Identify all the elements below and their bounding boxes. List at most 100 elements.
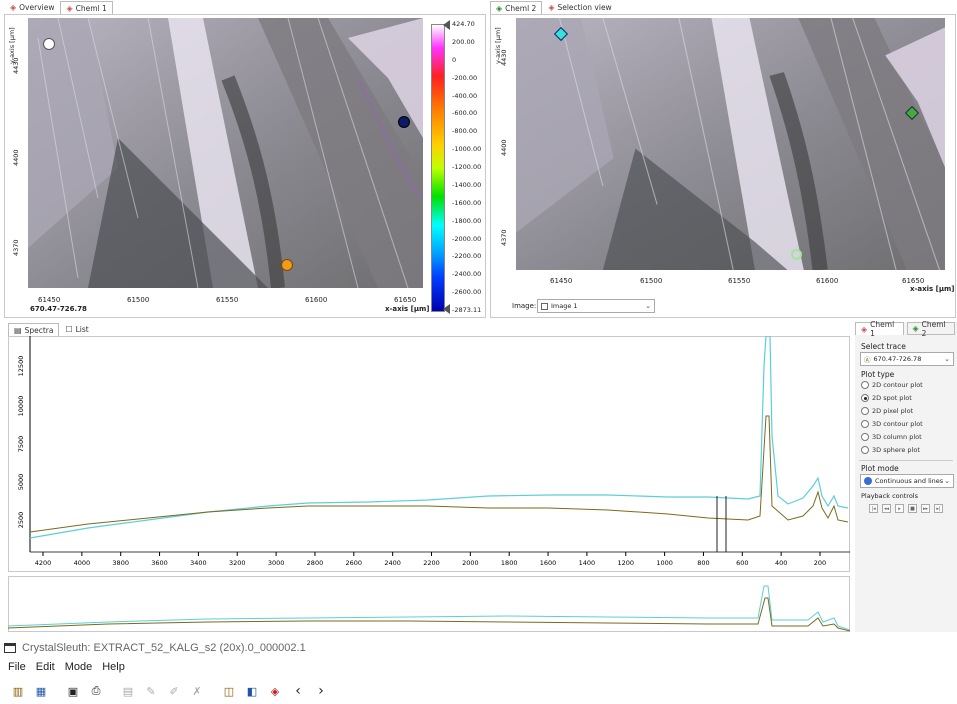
colorbar-label: -2400.00 [452,270,482,279]
radio-2d-spot[interactable]: 2D spot plot [861,394,912,402]
trace-cyan [29,336,849,539]
document-icon[interactable]: ▤ [118,681,138,701]
radio-3d-contour[interactable]: 3D contour plot [861,420,923,428]
tab-spectra[interactable]: ▤ Spectra [8,323,60,336]
radio-3d-sphere[interactable]: 3D sphere plot [861,446,920,454]
menu-file[interactable]: File [8,661,26,673]
x-tick-label: 1600 [540,559,557,567]
playback-last-button[interactable]: ▸| [934,504,943,513]
x-tick-label: 3000 [268,559,285,567]
y-tick-label: 2500 [17,512,25,529]
pin-icon[interactable]: ✐ [164,681,184,701]
tab-controls-cheml-2[interactable]: ◈ Cheml 2 [906,320,955,338]
spectrum-plot[interactable]: 4200 4000 3800 3600 3400 3200 3000 2800 2600 2400… [8,336,850,572]
toolbar-separator [109,681,115,701]
colorbar-max-slider-icon[interactable] [443,20,450,30]
colorbar-label: -600.00 [452,109,478,118]
toolbar-separator [54,681,60,701]
chevron-right-icon[interactable]: › [311,681,331,701]
playback-play-button[interactable]: ▸ [895,504,904,513]
radio-2d-contour[interactable]: 2D contour plot [861,381,923,389]
chem-map-icon: ◈ [912,324,919,333]
chem-map-icon: ◈ [66,3,73,13]
x-tick-label: 3400 [190,559,207,567]
left-y-tick: 4370 [12,239,20,256]
cursor-readout: 670.47-726.78 [30,305,87,313]
controls-tabstrip: ◈ Cheml 1 ◈ Cheml 2 [855,320,955,338]
spot-marker-white[interactable] [43,38,55,50]
plot-controls-panel: ◈ Cheml 1 ◈ Cheml 2 Select trace Ⓐ 670.47-… [855,320,957,632]
multi-chart-icon[interactable]: ▦ [31,681,51,701]
colorbar-label: -1800.00 [452,216,482,225]
right-x-tick: 61550 [728,277,751,285]
left-x-tick: 61450 [38,296,61,304]
spot-marker-navy[interactable] [398,116,410,128]
diamond-icon: ◈ [548,3,555,12]
x-tick-label: 400 [775,559,787,567]
menu-edit[interactable]: Edit [36,661,55,673]
right-y-tick: 4400 [500,139,508,156]
diamond-icon: ◈ [10,3,17,12]
radio-dot [861,407,869,415]
x-tick-label: 3800 [112,559,129,567]
playback-stop-button[interactable]: ■ [908,504,917,513]
right-tabstrip: ◈ Cheml 2 ◈ Selection view [490,0,618,14]
remove-icon[interactable]: ✗ [187,681,207,701]
overview-spectrum-plot[interactable] [8,576,850,632]
radio-dot [861,420,869,428]
playback-prev-button[interactable]: ◂◂ [882,504,891,513]
plot-mode-icon [864,477,872,485]
trace-select[interactable]: Ⓐ 670.47-726.78 ⌄ [860,352,954,366]
tab-list[interactable]: ☐ List [59,323,94,336]
x-tick-label: 2200 [423,559,440,567]
right-micrograph[interactable] [516,18,945,270]
tab-cheml-2[interactable]: ◈ Cheml 2 [490,1,543,14]
colorbar-label: -2873.11 [452,306,482,314]
save-icon[interactable]: ▣ [63,681,83,701]
radio-dot [861,394,869,402]
left-y-tick: 4430 [12,57,20,74]
colorbar-label: -1400.00 [452,180,482,189]
toolbar: ▥ ▦ ▣ ⎙ ▤ ✎ ✐ ✗ ◫ ◧ ◈ ‹ › [8,680,331,702]
right-x-tick: 61450 [550,277,573,285]
spectra-icon: ▤ [14,325,22,335]
print-icon[interactable]: ⎙ [86,681,106,701]
list-icon: ☐ [65,325,73,334]
chem-map-icon: ◈ [496,3,503,13]
colorbar-min-slider-icon[interactable] [443,304,450,314]
spot-marker-green-outline[interactable] [791,249,802,260]
chevron-left-icon[interactable]: ‹ [288,681,308,701]
spot-marker-orange[interactable] [281,259,293,271]
tab-cheml-1[interactable]: ◈ Cheml 1 [60,1,113,14]
compare-chart-icon[interactable]: ◧ [242,681,262,701]
plot-mode-select[interactable]: Continuous and lines ⌄ [860,474,954,488]
playback-next-button[interactable]: ▸▸ [921,504,930,513]
x-tick-label: 2000 [462,559,479,567]
colorbar-label: -800.00 [452,127,478,136]
colorbar-label: -2200.00 [452,252,482,261]
radio-3d-column[interactable]: 3D column plot [861,433,922,441]
divider [859,460,953,461]
colorbar-label: 0 [452,55,457,64]
tab-controls-cheml-1[interactable]: ◈ Cheml 1 [855,320,904,338]
edit-chart-icon[interactable]: ✎ [141,681,161,701]
image-select[interactable]: Image 1 ⌄ [537,299,655,313]
trace-icon: Ⓐ [864,356,871,364]
playback-first-button[interactable]: |◂ [869,504,878,513]
right-x-tick: 61600 [816,277,839,285]
export-chart-icon[interactable]: ◫ [219,681,239,701]
chem-map-tool-icon[interactable]: ◈ [265,681,285,701]
menu-mode[interactable]: Mode [65,661,93,673]
colorbar-label: -2000.00 [452,234,482,243]
trace-olive [29,415,849,533]
radio-2d-pixel[interactable]: 2D pixel plot [861,407,913,415]
left-x-tick: 61500 [127,296,150,304]
tab-overview[interactable]: ◈ Overview [4,1,60,14]
menu-help[interactable]: Help [102,661,125,673]
tab-selection-view[interactable]: ◈ Selection view [542,1,617,14]
left-tabstrip: ◈ Overview ◈ Cheml 1 [4,0,113,14]
bar-chart-icon[interactable]: ▥ [8,681,28,701]
plot-type-label: Plot type [861,370,895,379]
x-tick-label: 1400 [579,559,596,567]
left-micrograph[interactable] [28,18,423,288]
